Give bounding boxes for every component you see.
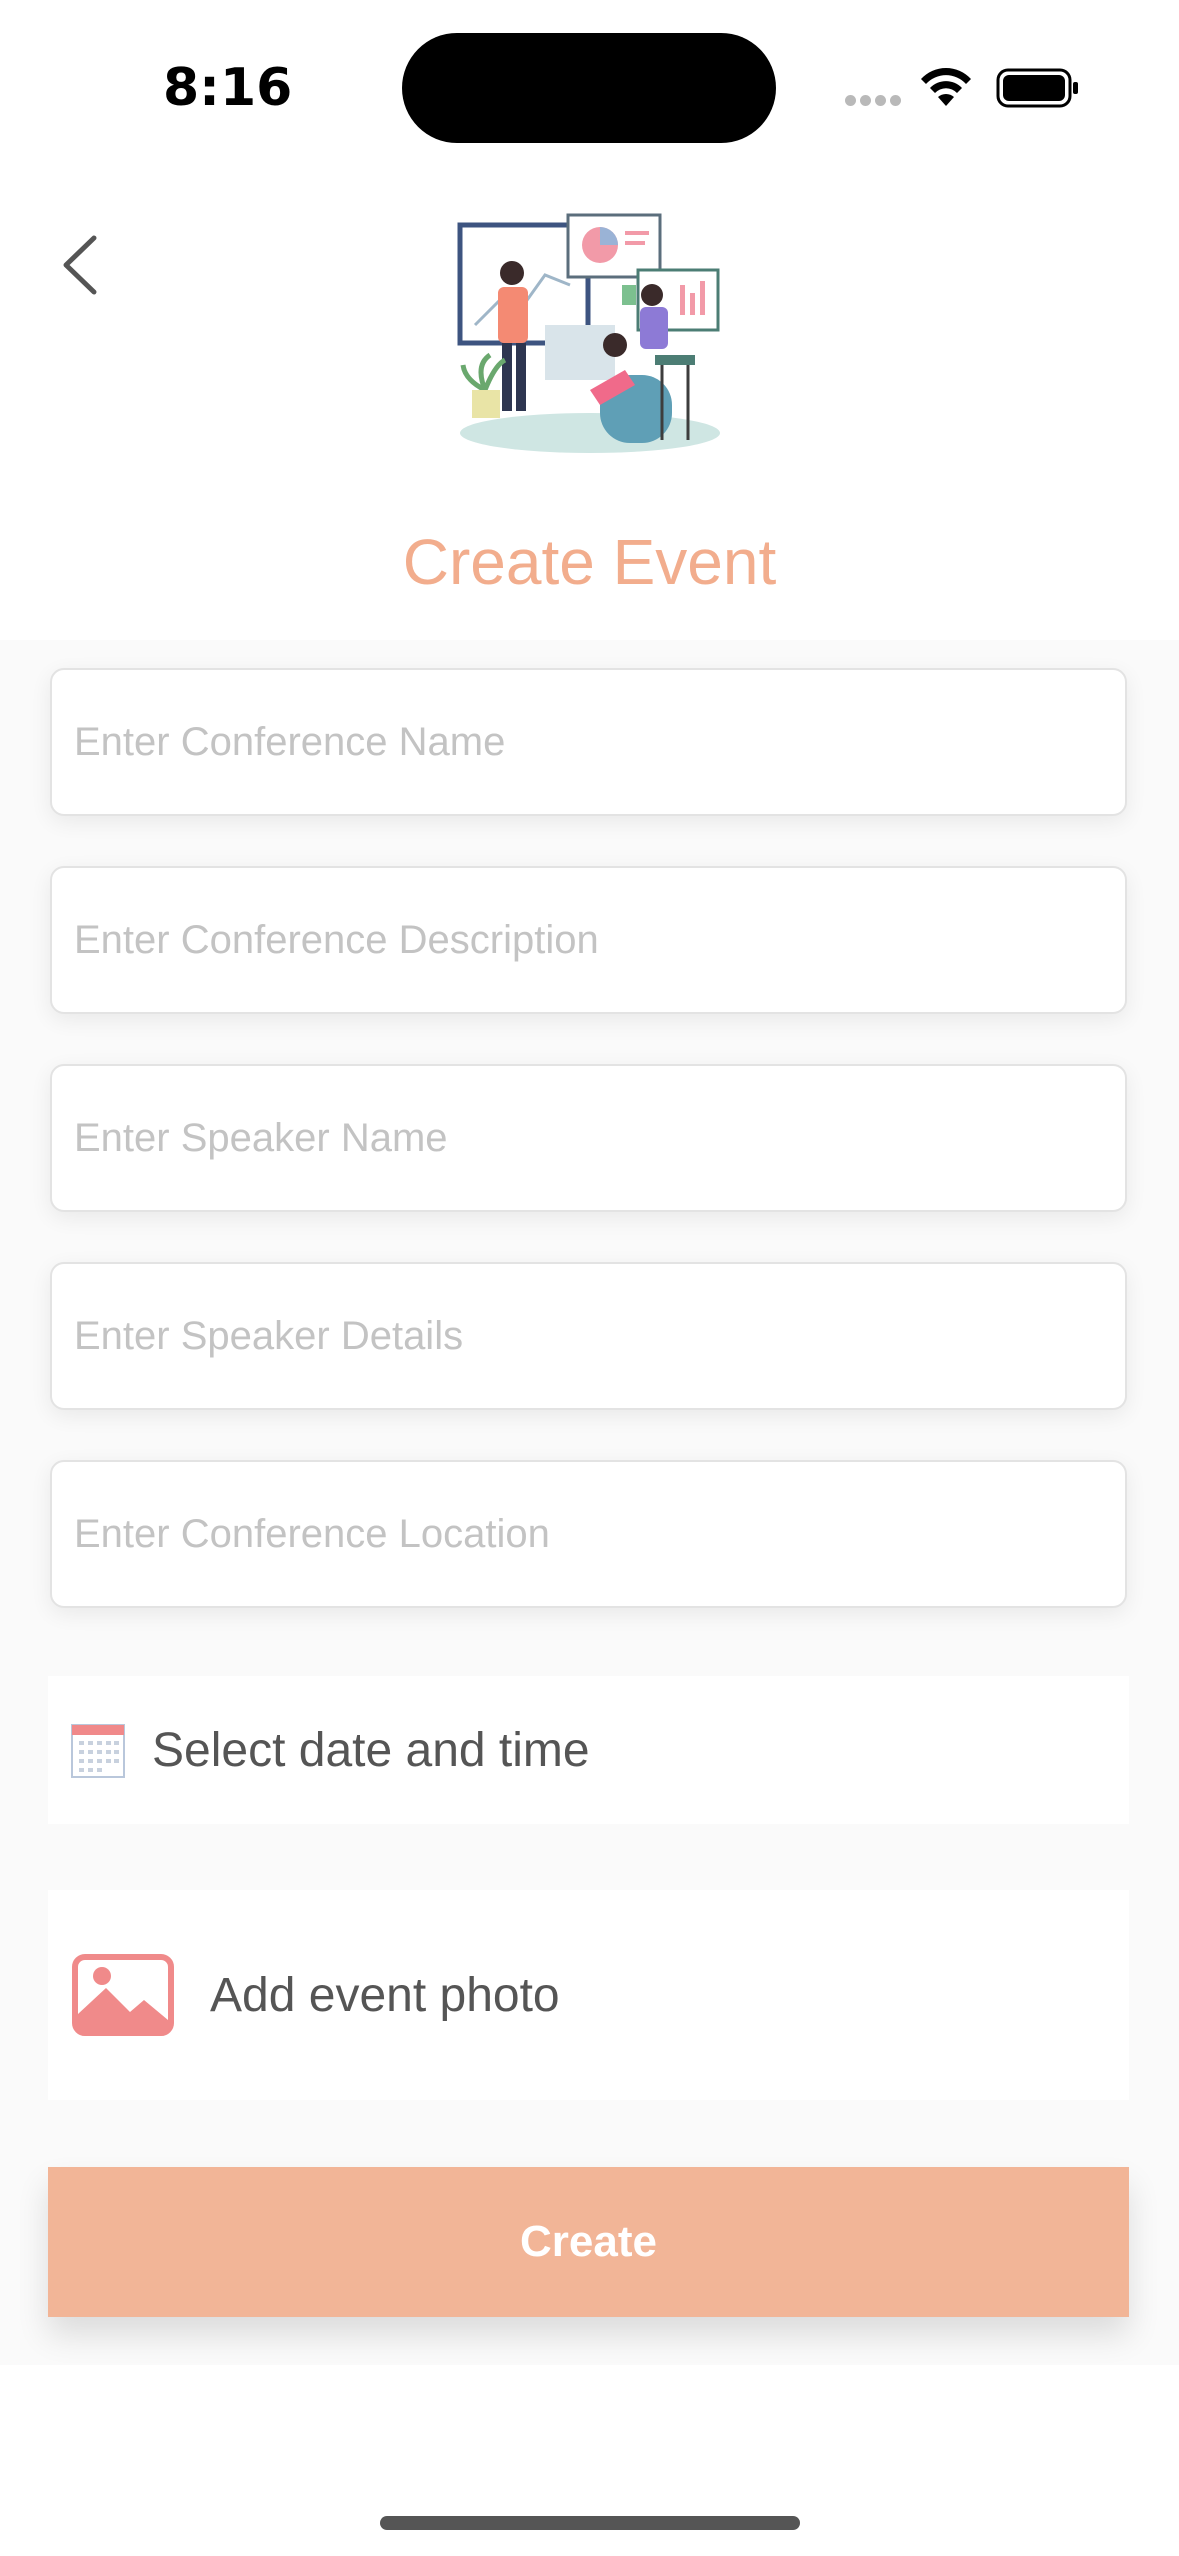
date-time-label: Select date and time: [152, 1723, 590, 1777]
home-indicator: [380, 2516, 800, 2530]
date-time-picker[interactable]: Select date and time: [48, 1676, 1129, 1824]
page-title: Create Event: [402, 526, 777, 598]
battery-icon: [996, 68, 1078, 108]
speaker-name-field[interactable]: Enter Speaker Name: [50, 1064, 1127, 1212]
add-photo-button[interactable]: Add event photo: [48, 1890, 1129, 2100]
image-icon: [72, 1954, 174, 2036]
speaker-details-field[interactable]: Enter Speaker Details: [50, 1262, 1127, 1410]
status-time: 8:16: [163, 58, 293, 118]
back-chevron-icon[interactable]: [56, 232, 104, 298]
create-button[interactable]: Create: [48, 2167, 1129, 2317]
conference-name-field[interactable]: Enter Conference Name: [50, 668, 1127, 816]
calendar-icon: [71, 1724, 125, 1778]
dynamic-island: [402, 33, 776, 143]
add-photo-label: Add event photo: [210, 1968, 560, 2022]
conference-location-field[interactable]: Enter Conference Location: [50, 1460, 1127, 1608]
conference-description-field[interactable]: Enter Conference Description: [50, 866, 1127, 1014]
wifi-icon: [921, 68, 971, 106]
conference-illustration: [457, 213, 720, 453]
